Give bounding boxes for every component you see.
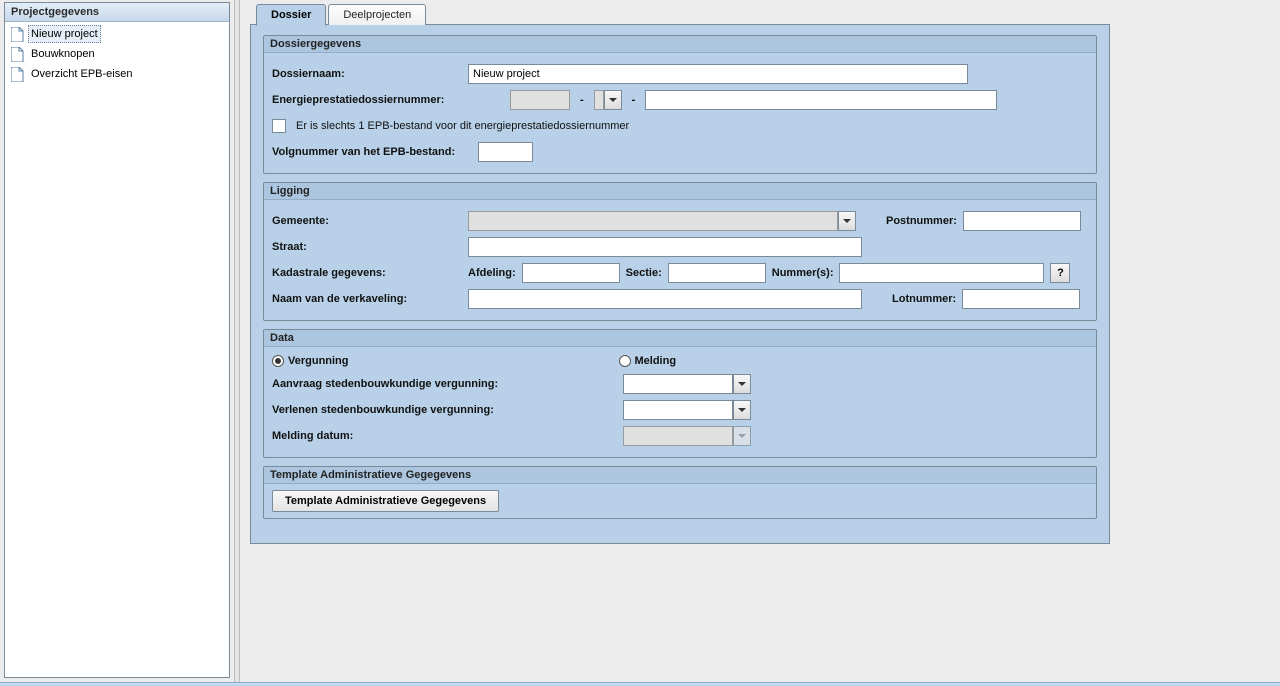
chevron-down-icon[interactable] xyxy=(733,400,751,420)
melding-date xyxy=(623,426,751,446)
afdeling-input[interactable] xyxy=(522,263,620,283)
separator: - xyxy=(576,94,588,106)
aanvraag-label: Aanvraag stedenbouwkundige vergunning: xyxy=(272,378,617,390)
group-ligging: Ligging Gemeente: Postnummer: xyxy=(263,182,1097,321)
postnummer-label: Postnummer: xyxy=(886,215,957,227)
tree-item-label: Nieuw project xyxy=(28,25,101,43)
radio-vergunning[interactable] xyxy=(272,355,284,367)
sidebar: Projectgegevens Nieuw project Bouwknopen… xyxy=(4,2,230,678)
separator: - xyxy=(628,94,640,106)
aanvraag-date[interactable] xyxy=(623,374,751,394)
kadastrale-label: Kadastrale gegevens: xyxy=(272,267,462,279)
tab-deelprojecten[interactable]: Deelprojecten xyxy=(328,4,426,25)
aanvraag-date-input[interactable] xyxy=(623,374,733,394)
group-title: Dossiergegevens xyxy=(264,36,1096,53)
single-epb-checkbox[interactable] xyxy=(272,119,286,133)
verlenen-date[interactable] xyxy=(623,400,751,420)
volgnr-label: Volgnummer van het EPB-bestand: xyxy=(272,146,472,158)
dossiernaam-input[interactable] xyxy=(468,64,968,84)
tabstrip: Dossier Deelprojecten xyxy=(256,4,1270,25)
afdeling-label: Afdeling: xyxy=(468,267,516,279)
dossiernaam-label: Dossiernaam: xyxy=(272,68,462,80)
lotnummer-label: Lotnummer: xyxy=(892,293,956,305)
epd-label: Energieprestatiedossiernummer: xyxy=(272,94,504,106)
verlenen-label: Verlenen stedenbouwkundige vergunning: xyxy=(272,404,617,416)
verlenen-date-input[interactable] xyxy=(623,400,733,420)
dossier-panel: Dossiergegevens Dossiernaam: Energiepres… xyxy=(250,24,1110,544)
tree-item-overzicht-epb[interactable]: Overzicht EPB-eisen xyxy=(9,64,225,84)
status-bar xyxy=(0,682,1280,686)
sectie-input[interactable] xyxy=(668,263,766,283)
radio-melding-label: Melding xyxy=(635,355,677,367)
epd-part2-value xyxy=(594,90,604,110)
chevron-down-icon xyxy=(733,426,751,446)
sidebar-title: Projectgegevens xyxy=(5,3,229,22)
lotnummer-input[interactable] xyxy=(962,289,1080,309)
group-dossiergegevens: Dossiergegevens Dossiernaam: Energiepres… xyxy=(263,35,1097,174)
sectie-label: Sectie: xyxy=(626,267,662,279)
document-icon xyxy=(11,67,24,82)
project-tree: Nieuw project Bouwknopen Overzicht EPB-e… xyxy=(5,22,229,86)
epd-part1-input xyxy=(510,90,570,110)
gemeente-value xyxy=(468,211,838,231)
melding-datum-label: Melding datum: xyxy=(272,430,617,442)
tree-item-label: Overzicht EPB-eisen xyxy=(28,65,135,83)
epd-part2-combo[interactable] xyxy=(594,90,622,110)
group-title: Data xyxy=(264,330,1096,347)
group-title: Template Administratieve Gegegevens xyxy=(264,467,1096,484)
melding-date-input xyxy=(623,426,733,446)
gemeente-combo[interactable] xyxy=(468,211,856,231)
tree-item-bouwknopen[interactable]: Bouwknopen xyxy=(9,44,225,64)
gemeente-label: Gemeente: xyxy=(272,215,462,227)
radio-vergunning-label: Vergunning xyxy=(288,355,349,367)
group-data: Data Vergunning Melding Aanvraag ste xyxy=(263,329,1097,458)
nummers-label: Nummer(s): xyxy=(772,267,834,279)
group-title: Ligging xyxy=(264,183,1096,200)
tab-dossier[interactable]: Dossier xyxy=(256,4,326,26)
group-template: Template Administratieve Gegegevens Temp… xyxy=(263,466,1097,519)
document-icon xyxy=(11,47,24,62)
chevron-down-icon[interactable] xyxy=(838,211,856,231)
verkaveling-input[interactable] xyxy=(468,289,862,309)
tree-item-nieuw-project[interactable]: Nieuw project xyxy=(9,24,225,44)
app-root: Projectgegevens Nieuw project Bouwknopen… xyxy=(0,0,1280,686)
postnummer-input[interactable] xyxy=(963,211,1081,231)
nummers-input[interactable] xyxy=(839,263,1044,283)
single-epb-label: Er is slechts 1 EPB-bestand voor dit ene… xyxy=(296,120,629,132)
document-icon xyxy=(11,27,24,42)
epd-part3-input[interactable] xyxy=(645,90,997,110)
volgnr-input[interactable] xyxy=(478,142,533,162)
chevron-down-icon[interactable] xyxy=(733,374,751,394)
template-admin-button[interactable]: Template Administratieve Gegegevens xyxy=(272,490,499,512)
straat-label: Straat: xyxy=(272,241,462,253)
chevron-down-icon[interactable] xyxy=(604,90,622,110)
radio-melding[interactable] xyxy=(619,355,631,367)
straat-input[interactable] xyxy=(468,237,862,257)
help-button[interactable]: ? xyxy=(1050,263,1070,283)
tree-item-label: Bouwknopen xyxy=(28,45,98,63)
verkaveling-label: Naam van de verkaveling: xyxy=(272,293,462,305)
main-area: Dossier Deelprojecten Dossiergegevens Do… xyxy=(240,0,1280,686)
